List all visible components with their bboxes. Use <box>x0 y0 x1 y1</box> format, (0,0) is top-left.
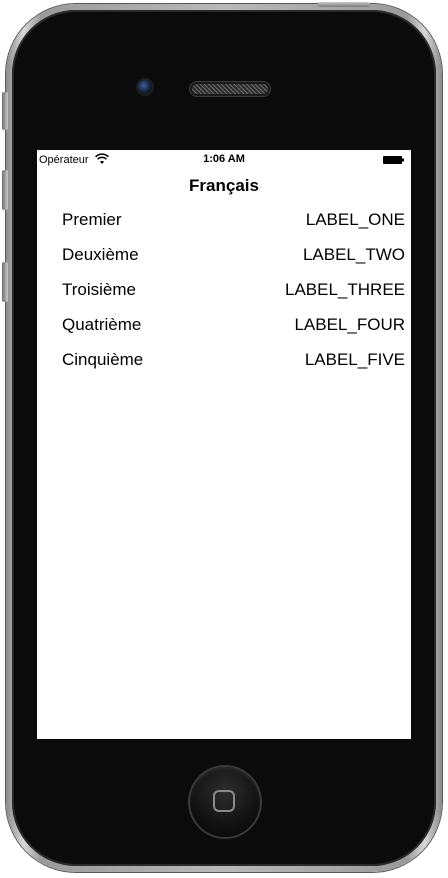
list-item: Premier LABEL_ONE <box>62 208 405 243</box>
status-time: 1:06 AM <box>203 153 245 165</box>
sleep-wake-button[interactable] <box>318 2 370 7</box>
list-item-right-label: LABEL_FIVE <box>304 350 405 369</box>
volume-up-button[interactable] <box>2 170 8 210</box>
list-item-left-label: Troisième <box>62 280 136 299</box>
home-button[interactable] <box>190 767 260 837</box>
label-list: Premier LABEL_ONE Deuxième LABEL_TWO Tro… <box>62 208 405 383</box>
list-item-left-label: Quatrième <box>62 315 142 334</box>
list-item-left-label: Premier <box>62 210 122 229</box>
list-item-right-label: LABEL_THREE <box>285 280 405 299</box>
list-item: Quatrième LABEL_FOUR <box>62 313 405 348</box>
list-item-right-label: LABEL_ONE <box>305 210 405 229</box>
status-bar: Opérateur 1:06 AM <box>37 150 411 170</box>
earpiece-speaker <box>190 82 270 96</box>
list-item-left-label: Deuxième <box>62 245 139 264</box>
page-title: Français <box>189 176 259 195</box>
front-camera <box>138 80 152 94</box>
home-button-icon <box>213 790 235 812</box>
list-item-right-label: LABEL_TWO <box>302 245 405 264</box>
volume-down-button[interactable] <box>2 262 8 302</box>
list-item: Troisième LABEL_THREE <box>62 278 405 313</box>
list-item: Cinquième LABEL_FIVE <box>62 348 405 383</box>
mute-switch[interactable] <box>2 92 8 130</box>
list-item-right-label: LABEL_FOUR <box>294 315 405 334</box>
list-item: Deuxième LABEL_TWO <box>62 243 405 278</box>
battery-icon <box>383 156 404 164</box>
list-item-left-label: Cinquième <box>62 350 144 369</box>
app-screen: Opérateur 1:06 AM Français Premier LABEL… <box>37 150 411 739</box>
